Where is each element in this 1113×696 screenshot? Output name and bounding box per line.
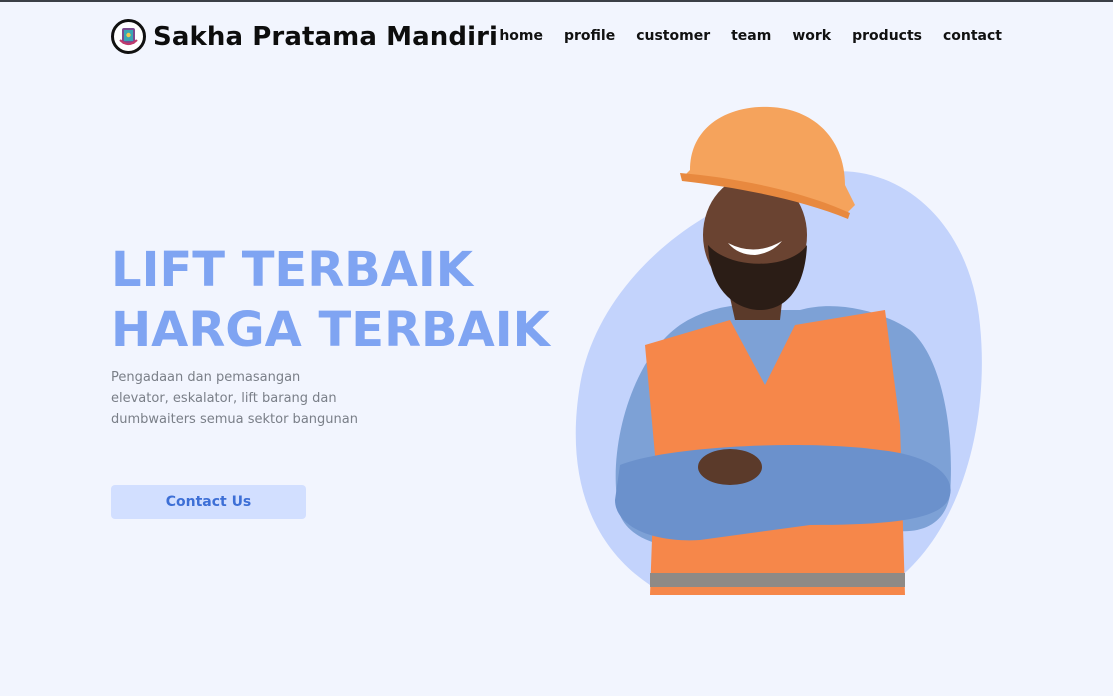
top-border xyxy=(0,0,1113,2)
nav-contact[interactable]: contact xyxy=(943,28,1002,44)
main-nav: home profile customer team work products… xyxy=(499,28,1002,44)
elevator-logo-icon xyxy=(111,19,146,54)
hero-title-line-2: HARGA TERBAIK xyxy=(111,302,550,358)
nav-products[interactable]: products xyxy=(852,28,922,44)
hero-subtitle: Pengadaan dan pemasangan elevator, eskal… xyxy=(111,370,358,427)
nav-customer[interactable]: customer xyxy=(636,28,710,44)
contact-us-button[interactable]: Contact Us xyxy=(111,485,306,519)
hero-illustration xyxy=(560,95,1000,605)
brand-logo[interactable]: Sakha Pratama Mandiri xyxy=(111,19,498,54)
nav-team[interactable]: team xyxy=(731,28,771,44)
vest-stripe xyxy=(650,573,905,587)
hero-title: LIFT TERBAIK HARGA TERBAIK xyxy=(111,240,550,360)
nav-profile[interactable]: profile xyxy=(564,28,615,44)
worker-hand xyxy=(698,449,762,485)
hero-title-line-1: LIFT TERBAIK xyxy=(111,242,473,298)
nav-work[interactable]: work xyxy=(792,28,831,44)
nav-home[interactable]: home xyxy=(499,28,543,44)
brand-name: Sakha Pratama Mandiri xyxy=(153,21,499,52)
